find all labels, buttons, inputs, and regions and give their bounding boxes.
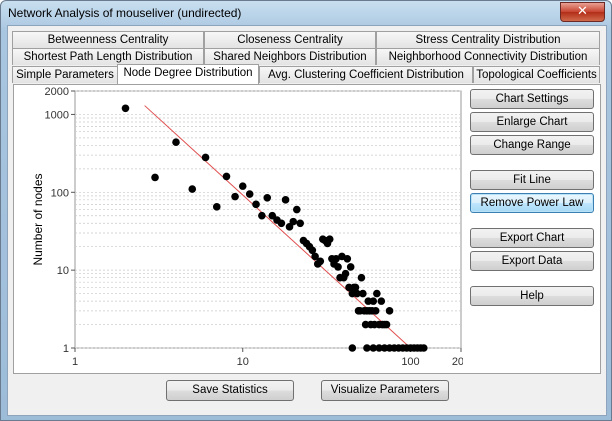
data-point	[316, 257, 325, 266]
tab-topological-coefficients[interactable]: Topological Coefficients	[473, 66, 600, 83]
data-point	[188, 185, 197, 193]
x-tick-label: 200	[452, 356, 463, 368]
data-point	[296, 219, 304, 228]
data-point	[348, 344, 357, 352]
data-point	[231, 192, 239, 201]
data-point	[172, 138, 180, 146]
client-area: Betweenness Centrality Closeness Central…	[7, 25, 607, 416]
data-point	[371, 307, 380, 315]
tab-simple-parameters[interactable]: Simple Parameters	[12, 66, 118, 83]
x-axis-label: Degree	[208, 374, 248, 376]
close-button[interactable]: ✕	[560, 2, 605, 22]
x-tick-label: 1	[72, 356, 78, 368]
data-point	[377, 297, 386, 305]
export-data-button[interactable]: Export Data	[470, 251, 594, 271]
data-point	[357, 273, 366, 282]
data-point	[373, 289, 381, 298]
y-tick-label: 1	[63, 343, 69, 355]
y-axis-label: Number of nodes	[31, 173, 45, 265]
y-tick-label: 1000	[45, 109, 69, 121]
data-point	[222, 172, 231, 181]
tab-shortest-path-length-distribution[interactable]: Shortest Path Length Distribution	[12, 48, 204, 65]
tab-stress-centrality-distribution[interactable]: Stress Centrality Distribution	[376, 31, 600, 48]
data-point	[151, 173, 159, 182]
x-tick-label: 100	[401, 356, 419, 368]
enlarge-chart-button[interactable]: Enlarge Chart	[470, 112, 594, 132]
tab-closeness-centrality[interactable]: Closeness Centrality	[204, 31, 376, 48]
data-point	[252, 200, 260, 209]
data-point	[385, 307, 394, 315]
y-tick-label: 10	[57, 265, 69, 277]
data-point	[281, 196, 290, 204]
data-point	[245, 190, 254, 198]
analysis-window: Network Analysis of mouseliver (undirect…	[0, 0, 612, 421]
data-point	[121, 104, 130, 113]
tab-neighborhood-connectivity-distribution[interactable]: Neighborhood Connectivity Distribution	[376, 48, 600, 65]
data-point	[369, 297, 378, 305]
data-point	[359, 289, 367, 298]
data-point	[238, 182, 247, 190]
data-point	[343, 254, 352, 263]
remove-power-law-button[interactable]: Remove Power Law	[470, 193, 594, 213]
data-point	[212, 203, 221, 211]
y-tick-label: 100	[51, 187, 69, 199]
fit-line-button[interactable]: Fit Line	[470, 170, 594, 190]
data-point	[334, 263, 342, 271]
data-point	[325, 235, 334, 243]
data-point	[419, 344, 428, 352]
tab-shared-neighbors-distribution[interactable]: Shared Neighbors Distribution	[204, 48, 376, 65]
title-bar[interactable]: Network Analysis of mouseliver (undirect…	[1, 1, 611, 25]
plot-area	[74, 90, 462, 349]
data-point	[201, 153, 210, 162]
data-point	[293, 205, 301, 214]
change-range-button[interactable]: Change Range	[470, 135, 594, 155]
save-statistics-button[interactable]: Save Statistics	[166, 380, 294, 401]
help-button[interactable]: Help	[470, 286, 594, 306]
visualize-parameters-button[interactable]: Visualize Parameters	[321, 380, 449, 401]
data-point	[277, 219, 286, 228]
x-tick-label: 10	[237, 356, 249, 368]
data-point	[263, 193, 272, 202]
tab-avg-clustering-coefficient-distribution[interactable]: Avg. Clustering Coefficient Distribution	[259, 66, 473, 83]
window-title: Network Analysis of mouseliver (undirect…	[8, 6, 242, 20]
data-point	[346, 263, 355, 271]
data-point	[341, 269, 350, 278]
close-icon: ✕	[577, 4, 588, 19]
y-tick-label: 2000	[45, 86, 69, 98]
tab-node-degree-distribution[interactable]: Node Degree Distribution	[117, 64, 259, 84]
export-chart-button[interactable]: Export Chart	[470, 228, 594, 248]
data-point	[258, 211, 266, 220]
tab-betweenness-centrality[interactable]: Betweenness Centrality	[12, 31, 204, 48]
chart-settings-button[interactable]: Chart Settings	[470, 89, 594, 109]
data-point	[382, 320, 391, 329]
degree-distribution-chart: 1 10 100 1000 2000 1 10 100 200 Degree Number of n…	[31, 86, 463, 376]
data-point	[289, 217, 298, 226]
